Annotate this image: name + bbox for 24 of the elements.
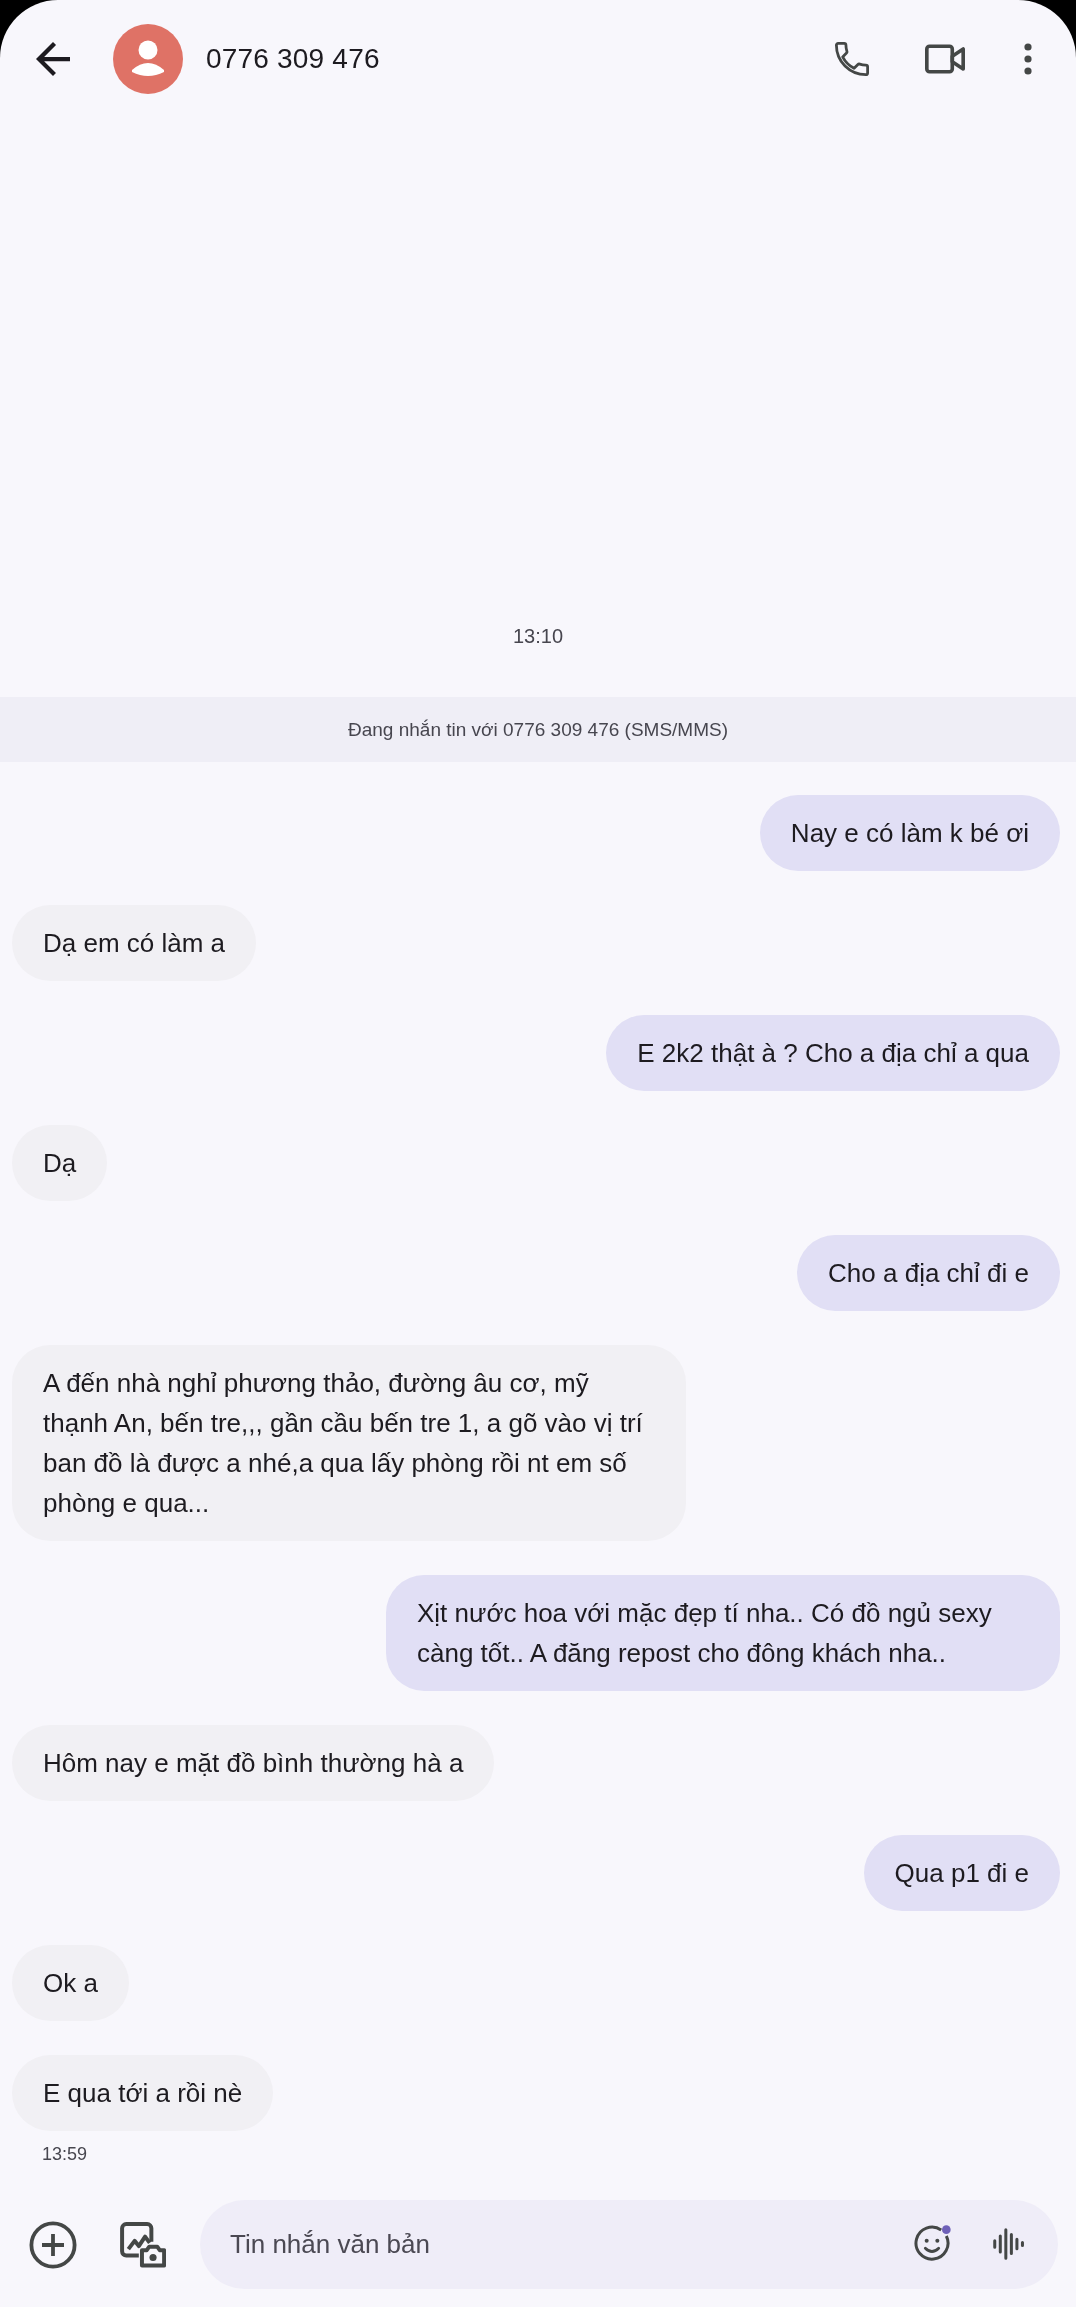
message-input-field[interactable]: Tin nhắn văn bản — [200, 2200, 1058, 2289]
gallery-camera-icon[interactable] — [120, 2221, 166, 2268]
received-message-bubble: E qua tới a rồi nè — [12, 2055, 274, 2131]
emoji-sticker-icon[interactable] — [912, 2224, 952, 2264]
back-arrow-icon[interactable] — [36, 42, 70, 76]
sent-message-bubble: Nay e có làm k bé ơi — [759, 795, 1060, 871]
received-message-bubble: A đến nhà nghỉ phương thảo, đường âu cơ, mỹ thạnh An, bến tre,,, gần cầu bến tre 1, a gõ vào vị trí ban đồ là được a nhé,a qua lấy phòng rồi nt em số phòng e qua... — [12, 1345, 686, 1541]
message-time: 13:59 — [42, 2143, 88, 2165]
more-options-icon[interactable] — [1024, 43, 1032, 75]
received-message-bubble: Ok a — [12, 1945, 129, 2021]
sms-notice-banner: Đang nhắn tin với 0776 309 476 (SMS/MMS) — [0, 697, 1076, 762]
received-message-bubble: Dạ — [12, 1125, 108, 1201]
sent-message-bubble: E 2k2 thật à ? Cho a địa chỉ a qua — [606, 1015, 1060, 1091]
video-camera-icon[interactable] — [925, 44, 965, 74]
sent-message-bubble: Xịt nước hoa với mặc đẹp tí nha.. Có đồ ngủ sexy càng tốt.. A đăng repost cho đông khách nha.. — [386, 1575, 1060, 1691]
conversation-timestamp: 13:10 — [512, 624, 564, 648]
received-message-bubble: Hôm nay e mặt đồ bình thường hà a — [12, 1725, 495, 1801]
add-icon[interactable] — [29, 2220, 77, 2269]
sent-message-bubble: Cho a địa chỉ đi e — [797, 1235, 1060, 1311]
received-message-bubble: Dạ em có làm a — [12, 905, 257, 981]
avatar-icon[interactable] — [113, 24, 183, 94]
sent-message-bubble: Qua p1 đi e — [863, 1835, 1060, 1911]
contact-number: 0776 309 476 — [206, 43, 380, 75]
phone-icon[interactable] — [835, 42, 869, 76]
